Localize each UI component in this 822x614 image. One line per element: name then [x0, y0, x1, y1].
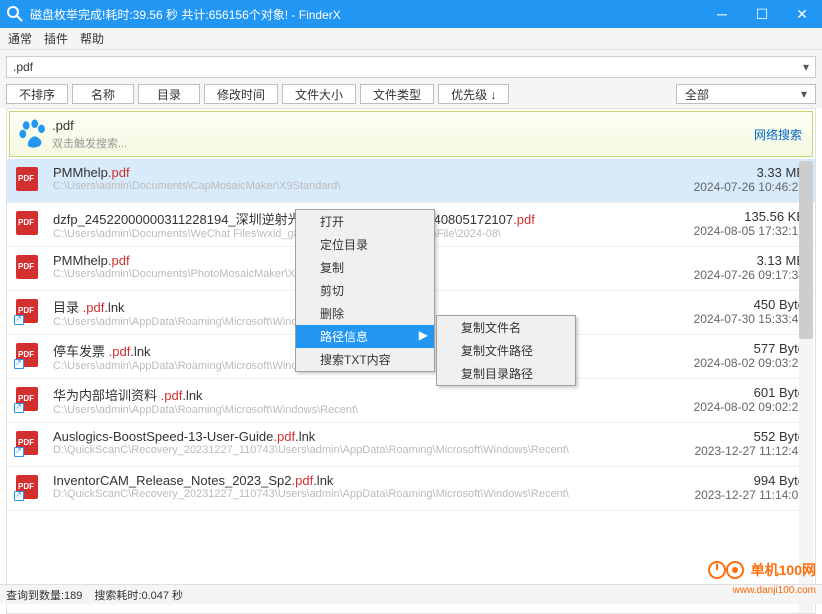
pdf-file-icon: [15, 431, 39, 455]
web-search-banner[interactable]: .pdf 双击触发搜索... 网络搜索: [9, 111, 813, 157]
watermark: 单机100网: [707, 558, 816, 582]
sort-mtime-button[interactable]: 修改时间: [204, 84, 278, 104]
sort-name-button[interactable]: 名称: [72, 84, 134, 104]
watermark-url: www.danji100.com: [733, 585, 816, 596]
file-row[interactable]: Auslogics-BoostSpeed-13-User-Guide.pdf.l…: [7, 423, 815, 467]
app-icon: [6, 5, 24, 23]
ctx-delete[interactable]: 删除: [296, 302, 434, 325]
file-size: 601 Byte: [694, 385, 805, 400]
websearch-query: .pdf: [52, 118, 754, 133]
file-date: 2023-12-27 11:12:49: [694, 444, 805, 458]
file-name: 华为内部培训资料 .pdf.lnk: [53, 385, 686, 404]
ctx-locate[interactable]: 定位目录: [296, 233, 434, 256]
titlebar: 磁盘枚举完成!耗时:39.56 秒 共计:656156个对象! - Finder…: [0, 0, 822, 28]
file-date: 2024-07-26 09:17:34: [694, 268, 805, 282]
filter-label: 全部: [685, 86, 709, 103]
shortcut-badge-icon: [14, 359, 24, 369]
pdf-file-icon: [15, 299, 39, 323]
file-name: InventorCAM_Release_Notes_2023_Sp2.pdf.l…: [53, 473, 686, 488]
pdf-file-icon: [15, 211, 39, 235]
search-wrapper: .pdf ▾: [0, 50, 822, 84]
ctx-copy-dirpath[interactable]: 复制目录路径: [437, 362, 575, 385]
menu-plugins[interactable]: 插件: [44, 30, 68, 47]
context-submenu[interactable]: 复制文件名 复制文件路径 复制目录路径: [436, 315, 576, 386]
close-button[interactable]: ✕: [782, 0, 822, 28]
menu-normal[interactable]: 通常: [8, 30, 32, 47]
pdf-file-icon: [15, 475, 39, 499]
file-row[interactable]: InventorCAM_Release_Notes_2023_Sp2.pdf.l…: [7, 467, 815, 511]
ctx-copy[interactable]: 复制: [296, 256, 434, 279]
scrollbar-thumb[interactable]: [799, 161, 813, 339]
filter-dropdown[interactable]: 全部 ▾: [676, 84, 816, 104]
sort-dir-button[interactable]: 目录: [138, 84, 200, 104]
file-date: 2024-07-26 10:46:25: [694, 180, 805, 194]
file-size: 3.33 MB: [694, 165, 805, 180]
pdf-file-icon: [15, 343, 39, 367]
file-size: 552 Byte: [694, 429, 805, 444]
search-value: .pdf: [13, 60, 803, 74]
file-path: C:\Users\admin\AppData\Roaming\Microsoft…: [53, 404, 686, 416]
file-size: 3.13 MB: [694, 253, 805, 268]
sort-size-button[interactable]: 文件大小: [282, 84, 356, 104]
file-name: Auslogics-BoostSpeed-13-User-Guide.pdf.l…: [53, 429, 686, 444]
status-time: 搜索耗时:0.047 秒: [94, 587, 183, 603]
menu-help[interactable]: 帮助: [80, 30, 104, 47]
file-date: 2024-08-05 17:32:18: [694, 224, 805, 238]
ctx-open[interactable]: 打开: [296, 210, 434, 233]
baidu-paw-icon: [14, 115, 52, 153]
ctx-cut[interactable]: 剪切: [296, 279, 434, 302]
watermark-text: 单机100网: [751, 560, 816, 580]
file-date: 2024-07-30 15:33:43: [694, 312, 805, 326]
file-date: 2024-08-02 09:03:20: [694, 356, 805, 370]
search-input[interactable]: .pdf ▾: [6, 56, 816, 78]
file-name: PMMhelp.pdf: [53, 165, 686, 180]
websearch-hint: 双击触发搜索...: [52, 135, 754, 151]
file-date: 2023-12-27 11:14:07: [694, 488, 805, 502]
ctx-searchtxt[interactable]: 搜索TXT内容: [296, 348, 434, 371]
dropdown-arrow-icon[interactable]: ▾: [803, 60, 809, 74]
scrollbar[interactable]: [799, 161, 813, 613]
file-size: 135.56 KB: [694, 209, 805, 224]
window-title: 磁盘枚举完成!耗时:39.56 秒 共计:656156个对象! - Finder…: [30, 6, 702, 23]
file-path: D:\QuickScanC\Recovery_20231227_110743\U…: [53, 488, 686, 500]
file-row[interactable]: 华为内部培训资料 .pdf.lnkC:\Users\admin\AppData\…: [7, 379, 815, 423]
sort-priority-button[interactable]: 优先级 ↓: [438, 84, 509, 104]
shortcut-badge-icon: [14, 491, 24, 501]
context-menu[interactable]: 打开 定位目录 复制 剪切 删除 路径信息▶ 搜索TXT内容: [295, 209, 435, 372]
submenu-arrow-icon: ▶: [419, 328, 428, 342]
file-size: 577 Byte: [694, 341, 805, 356]
ctx-pathinfo[interactable]: 路径信息▶: [296, 325, 434, 348]
statusbar: 查询到数量:189 搜索耗时:0.047 秒: [0, 584, 822, 604]
pdf-file-icon: [15, 387, 39, 411]
maximize-button[interactable]: ☐: [742, 0, 782, 28]
file-size: 994 Byte: [694, 473, 805, 488]
shortcut-badge-icon: [14, 447, 24, 457]
file-path: D:\QuickScanC\Recovery_20231227_110743\U…: [53, 444, 686, 456]
ctx-copy-filepath[interactable]: 复制文件路径: [437, 339, 575, 362]
menubar: 通常 插件 帮助: [0, 28, 822, 50]
file-date: 2024-08-02 09:02:23: [694, 400, 805, 414]
file-row[interactable]: PMMhelp.pdfC:\Users\admin\Documents\CapM…: [7, 159, 815, 203]
websearch-link[interactable]: 网络搜索: [754, 126, 802, 143]
shortcut-badge-icon: [14, 315, 24, 325]
toolbar: 不排序 名称 目录 修改时间 文件大小 文件类型 优先级 ↓ 全部 ▾: [0, 84, 822, 108]
pdf-file-icon: [15, 255, 39, 279]
shortcut-badge-icon: [14, 403, 24, 413]
chevron-down-icon: ▾: [801, 87, 807, 101]
sort-type-button[interactable]: 文件类型: [360, 84, 434, 104]
file-size: 450 Byte: [694, 297, 805, 312]
sort-none-button[interactable]: 不排序: [6, 84, 68, 104]
file-path: C:\Users\admin\Documents\CapMosaicMaker\…: [53, 180, 686, 192]
status-count: 查询到数量:189: [6, 587, 82, 603]
ctx-copy-filename[interactable]: 复制文件名: [437, 316, 575, 339]
pdf-file-icon: [15, 167, 39, 191]
minimize-button[interactable]: ─: [702, 0, 742, 28]
